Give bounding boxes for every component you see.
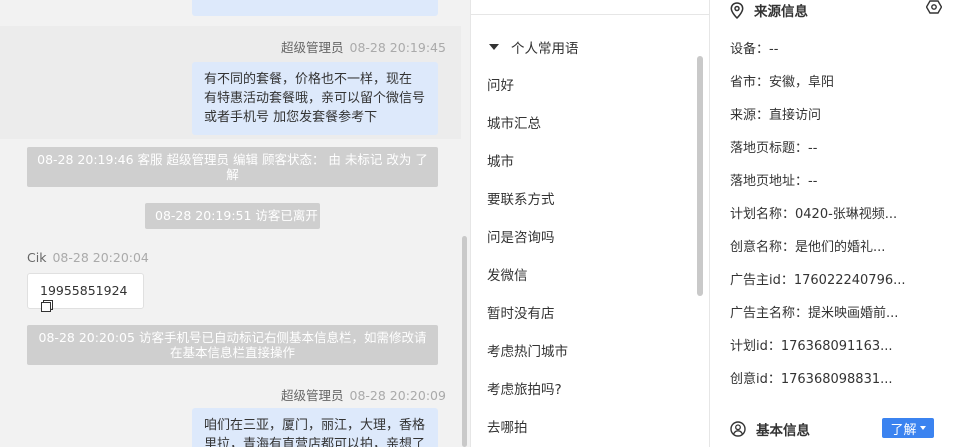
info-advertiser-id: 广告主id：176022240796... — [730, 273, 906, 288]
chat-scrollbar[interactable] — [462, 236, 467, 447]
message-time: 08-28 20:20:09 — [349, 388, 446, 403]
copy-icon[interactable] — [41, 300, 53, 312]
chat-panel: 超级管理员 08-28 20:19:45 有不同的套餐，价格也不一样，现在 有特惠… — [0, 0, 470, 447]
phrase-item[interactable]: 暂时没有店 — [487, 302, 555, 322]
info-plan-name: 计划名称：0420-张琳视频... — [730, 207, 898, 222]
info-landing-title: 落地页标题：-- — [730, 141, 818, 156]
info-device: 设备：-- — [730, 42, 779, 57]
chat-history[interactable]: 超级管理员 08-28 20:19:45 有不同的套餐，价格也不一样，现在 有特惠… — [0, 0, 461, 447]
info-province-city: 省市：安徽，阜阳 — [730, 75, 835, 90]
agent-message-bubble-partial — [192, 0, 438, 16]
visitor-info-panel: 来源信息 设备：-- 省市：安徽，阜阳 来源：直接访问 落地页标题：-- 落地页… — [710, 0, 961, 447]
message-time: 08-28 20:20:04 — [52, 250, 149, 265]
info-landing-url: 落地页地址：-- — [730, 174, 818, 189]
phrase-group-header[interactable]: 个人常用语 — [489, 37, 579, 57]
phrase-item[interactable]: 城市 — [487, 150, 514, 170]
phrase-item[interactable]: 问是咨询吗 — [487, 226, 555, 246]
notice-line: 在基本信息栏直接操作 — [169, 345, 295, 360]
message-meta: 超级管理员 08-28 20:20:09 — [281, 385, 446, 404]
info-advertiser-name: 广告主名称：提米映画婚前... — [730, 306, 899, 321]
sender-name: 超级管理员 — [281, 388, 344, 403]
customer-status-label: 了解 — [890, 422, 917, 438]
message-line: 咱们在三亚，厦门，丽江，大理，香格 — [204, 418, 426, 433]
message-time: 08-28 20:19:45 — [349, 40, 446, 55]
system-notice: 08-28 20:19:46 客服 超级管理员 编辑 顾客状态： 由 未标记 改… — [27, 147, 438, 187]
phrase-item[interactable]: 考虑热门城市 — [487, 340, 568, 360]
phrase-item[interactable]: 去哪拍 — [487, 416, 528, 436]
notice-line: 解 — [226, 167, 239, 182]
source-info-header: 来源信息 — [730, 0, 808, 20]
visitor-phone[interactable]: 19955851924 — [40, 283, 127, 298]
notice-line: 08-28 20:20:05 访客手机号已自动标记右侧基本信息栏，如需修改请 — [38, 330, 427, 345]
system-notice: 08-28 20:20:05 访客手机号已自动标记右侧基本信息栏，如需修改请 在… — [27, 325, 438, 365]
info-plan-id: 计划id：176368091163... — [730, 339, 893, 354]
caret-down-icon — [489, 44, 499, 50]
agent-message-bubble: 有不同的套餐，价格也不一样，现在 有特惠活动套餐哦，亲可以留个微信号 或者手机号… — [192, 62, 438, 135]
phrase-item[interactable]: 问好 — [487, 74, 514, 94]
eye-settings-icon[interactable] — [926, 0, 942, 14]
user-circle-icon — [730, 421, 746, 437]
customer-status-dropdown[interactable]: 了解 — [882, 418, 934, 438]
sender-name: 超级管理员 — [281, 40, 344, 55]
phrase-item[interactable]: 要联系方式 — [487, 188, 555, 208]
visitor-message-bubble: 19955851924 — [27, 273, 144, 312]
message-line: 里拉，青海有直营店都可以拍，亲想了 — [204, 437, 426, 447]
info-creative-name: 创意名称：是他们的婚礼... — [730, 240, 886, 255]
phrase-item[interactable]: 考虑旅拍吗? — [487, 378, 562, 398]
info-creative-id: 创意id：176368098831... — [730, 372, 893, 387]
visitor-name: Cik — [27, 250, 47, 265]
message-line: 有特惠活动套餐哦，亲可以留个微信号 — [204, 91, 426, 106]
phrase-item[interactable]: 发微信 — [487, 264, 528, 284]
location-pin-icon — [730, 1, 744, 19]
message-line: 或者手机号 加您发套餐参考下 — [204, 110, 378, 125]
phrase-item[interactable]: 城市汇总 — [487, 112, 541, 132]
message-line: 有不同的套餐，价格也不一样，现在 — [204, 72, 413, 87]
agent-message-bubble: 咱们在三亚，厦门，丽江，大理，香格 里拉，青海有直营店都可以拍，亲想了 — [192, 408, 438, 447]
visitor-meta: Cik 08-28 20:20:04 — [27, 250, 149, 265]
basic-info-title: 基本信息 — [756, 423, 810, 439]
phrases-scrollbar[interactable] — [697, 56, 703, 296]
divider — [471, 14, 709, 15]
message-meta: 超级管理员 08-28 20:19:45 — [281, 37, 446, 56]
system-notice: 08-28 20:19:51 访客已离开 — [145, 203, 320, 229]
phrase-group-title: 个人常用语 — [511, 41, 579, 57]
basic-info-header: 基本信息 — [730, 419, 810, 439]
agent-message-block: 超级管理员 08-28 20:19:45 有不同的套餐，价格也不一样，现在 有特惠… — [0, 26, 461, 139]
info-source: 来源：直接访问 — [730, 108, 822, 123]
source-info-title: 来源信息 — [754, 4, 808, 20]
common-phrases-panel: 个人常用语 问好 城市汇总 城市 要联系方式 问是咨询吗 发微信 暂时没有店 考… — [470, 0, 710, 447]
notice-line: 08-28 20:19:46 客服 超级管理员 编辑 顾客状态： 由 未标记 改… — [37, 152, 428, 167]
caret-down-icon — [919, 426, 926, 430]
